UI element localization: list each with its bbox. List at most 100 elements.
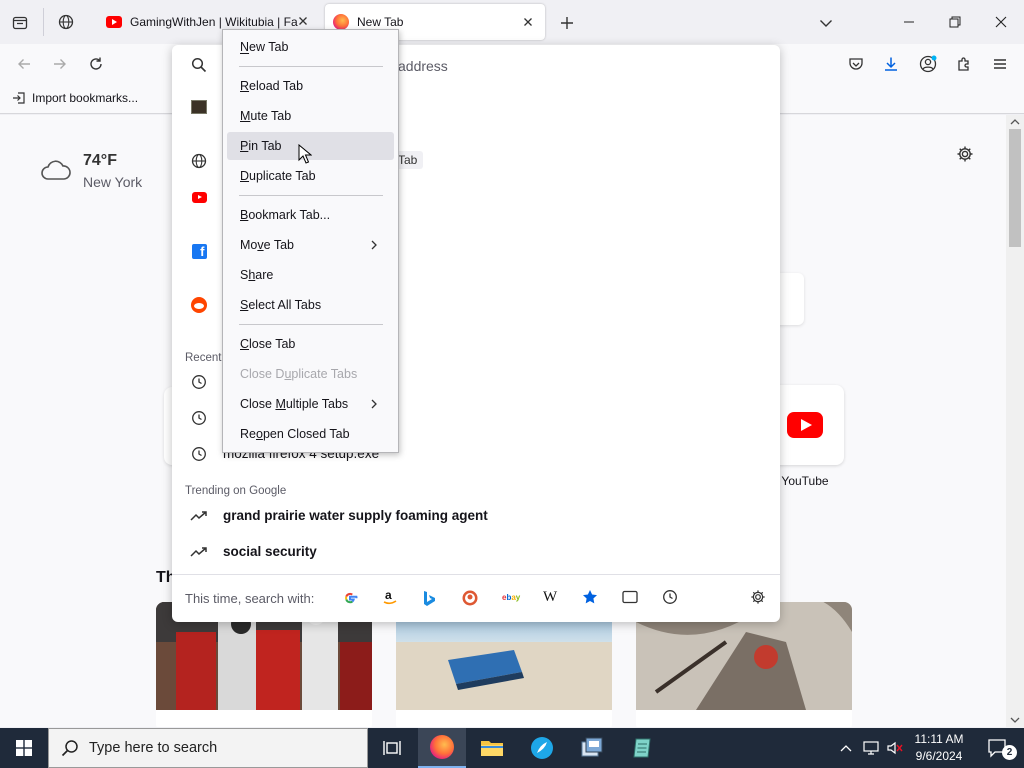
search-history-button[interactable] — [662, 589, 680, 607]
clock[interactable]: 11:11 AM 9/6/2024 — [908, 731, 970, 765]
menu-item-move-tab[interactable]: Move Tab — [227, 231, 394, 259]
divider — [172, 574, 780, 575]
menu-item-label: Close Tab — [240, 337, 296, 351]
forward-button[interactable] — [44, 48, 76, 80]
history-clock-icon — [663, 590, 677, 604]
pocket-button[interactable] — [840, 48, 872, 80]
menu-item-label: Reload Tab — [240, 79, 304, 93]
menu-item-reload-tab[interactable]: Reload Tab — [227, 72, 394, 100]
search-settings-button[interactable] — [750, 589, 768, 607]
menu-item-new-tab[interactable]: New Tab — [227, 33, 394, 61]
firefox-view-button[interactable] — [54, 10, 78, 34]
menu-item-share[interactable]: Share — [227, 261, 394, 289]
history-clock-icon — [190, 409, 208, 427]
weather-city: New York — [83, 174, 143, 190]
list-all-tabs-button[interactable] — [814, 12, 838, 34]
new-tab-button[interactable] — [556, 12, 578, 34]
start-button[interactable] — [0, 728, 48, 768]
taskbar-file-explorer[interactable] — [468, 728, 516, 768]
svg-text:a: a — [385, 588, 392, 602]
menu-item-close-multiple-tabs[interactable]: Close Multiple Tabs — [227, 390, 394, 418]
import-bookmarks-link[interactable]: Import bookmarks... — [12, 91, 138, 105]
close-tab-icon[interactable] — [521, 15, 535, 29]
maximize-button[interactable] — [932, 0, 978, 44]
menu-button[interactable] — [984, 48, 1016, 80]
scroll-up-icon — [1010, 119, 1020, 125]
search-engine-ebay[interactable]: ebay — [502, 590, 524, 608]
menu-item-select-all-tabs[interactable]: Select All Tabs — [227, 291, 394, 319]
scrollbar-thumb[interactable] — [1009, 129, 1021, 247]
taskbar-app-blue[interactable] — [518, 728, 566, 768]
menu-separator — [239, 324, 383, 325]
wikipedia-icon: W — [543, 589, 558, 604]
notification-count-badge: 2 — [1002, 745, 1017, 760]
import-icon — [13, 92, 25, 104]
reload-button[interactable] — [80, 48, 112, 80]
firefox-icon — [430, 735, 454, 759]
menu-item-label: Select All Tabs — [240, 298, 322, 312]
volume-icon-button[interactable] — [884, 728, 906, 768]
search-engine-bing[interactable] — [422, 590, 440, 608]
globe-icon — [58, 14, 74, 30]
account-icon — [919, 55, 937, 73]
personalize-button[interactable] — [956, 145, 974, 163]
network-icon-button[interactable] — [860, 728, 882, 768]
chevron-right-icon — [371, 399, 377, 409]
minimize-icon — [904, 21, 914, 23]
extensions-button[interactable] — [948, 48, 980, 80]
action-center-button[interactable]: 2 — [978, 728, 1018, 768]
mouse-cursor-icon — [298, 144, 312, 164]
taskbar-app-window[interactable] — [568, 728, 616, 768]
menu-item-reopen-closed-tab[interactable]: Reopen Closed Tab — [227, 420, 394, 448]
forward-arrow-icon — [54, 59, 66, 69]
vertical-scrollbar[interactable] — [1006, 115, 1024, 727]
star-icon — [583, 590, 597, 604]
youtube-icon — [190, 188, 208, 206]
trending-search-row[interactable]: grand prairie water supply foaming agent — [172, 498, 780, 534]
taskbar-app-notepad[interactable] — [618, 728, 666, 768]
search-tabs-button[interactable] — [622, 590, 640, 608]
app-feather-icon — [531, 737, 553, 759]
search-engine-wikipedia[interactable]: W — [542, 588, 562, 606]
youtube-icon — [787, 412, 823, 438]
search-icon — [61, 740, 78, 757]
firefox-icon — [333, 14, 349, 30]
close-tab-icon[interactable] — [296, 14, 310, 28]
menu-item-label: Close Multiple Tabs — [240, 397, 349, 411]
menu-item-close-tab[interactable]: Close Tab — [227, 330, 394, 358]
windows-taskbar: Type here to search 11:11 AM 9/6/2024 2 — [0, 728, 1024, 768]
menu-item-duplicate-tab[interactable]: Duplicate Tab — [227, 162, 394, 190]
ebay-icon: ebay — [502, 593, 521, 602]
close-window-button[interactable] — [978, 0, 1024, 44]
search-engine-google[interactable] — [342, 590, 360, 608]
weather-temp: 74°F — [83, 152, 117, 169]
tab-title: GamingWithJen | Wikitubia | Fa — [130, 15, 298, 29]
minimize-button[interactable] — [886, 0, 932, 44]
menu-item-bookmark-tab[interactable]: Bookmark Tab... — [227, 201, 394, 229]
menu-item-label: Close Duplicate Tabs — [240, 367, 358, 381]
tab-overview-button[interactable] — [8, 10, 32, 34]
show-hidden-icons-button[interactable] — [836, 728, 856, 768]
task-view-button[interactable] — [368, 728, 416, 768]
menu-item-label: Duplicate Tab — [240, 169, 316, 183]
search-with-label: This time, search with: — [185, 591, 315, 606]
search-engine-duckduckgo[interactable] — [462, 590, 480, 608]
search-engine-amazon[interactable]: a — [382, 588, 400, 606]
chevron-up-icon — [840, 745, 852, 752]
taskbar-search-box[interactable]: Type here to search — [48, 728, 368, 768]
youtube-icon — [106, 16, 122, 28]
google-icon — [345, 592, 358, 604]
menu-item-label: Reopen Closed Tab — [240, 427, 350, 441]
search-bookmarks-button[interactable] — [582, 589, 600, 607]
account-button[interactable] — [912, 48, 944, 80]
trending-search-row[interactable]: social security — [172, 534, 780, 570]
svg-text:ebay: ebay — [502, 593, 521, 602]
svg-text:W: W — [543, 589, 558, 604]
downloads-button[interactable] — [875, 48, 907, 80]
task-view-icon — [383, 741, 401, 755]
taskbar-firefox[interactable] — [418, 728, 466, 768]
weather-widget[interactable]: 74°F New York — [38, 149, 158, 193]
recent-heading: Recent — [185, 352, 222, 364]
back-button[interactable] — [8, 48, 40, 80]
menu-item-mute-tab[interactable]: Mute Tab — [227, 102, 394, 130]
